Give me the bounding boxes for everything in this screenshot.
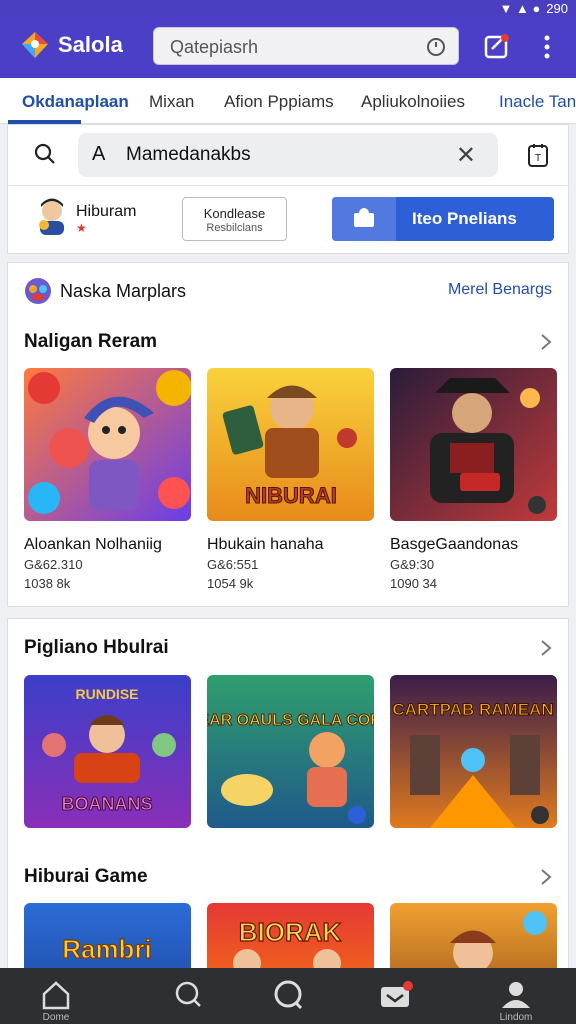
text-a-icon: A (92, 143, 106, 165)
home-icon (42, 981, 70, 1010)
tab-mixan[interactable]: Mixan (149, 92, 194, 112)
outline-button-sublabel: Resbilclans (206, 222, 263, 234)
tab-okdanaplaan[interactable]: Okdanaplaan (22, 92, 129, 112)
search-icon[interactable] (34, 143, 56, 165)
search-input-value: Mamedanakbs (126, 144, 251, 165)
circle-search-icon (274, 980, 303, 1010)
svg-text:T: T (535, 153, 541, 164)
game-controller-icon (25, 278, 51, 304)
nav-home[interactable]: Dome (36, 978, 76, 1023)
tag-icon[interactable]: T (526, 141, 550, 169)
game-thumbnail[interactable] (24, 368, 191, 521)
user-icon (332, 197, 396, 241)
game-thumbnail[interactable]: NIBURAI (207, 368, 374, 521)
tab-apliukolnoiies[interactable]: Apliukolnoiies (361, 92, 465, 112)
game-downloads: 1038 8k (24, 576, 71, 591)
top-search-input[interactable]: Qatepiasrh (153, 27, 459, 65)
status-bar: ▼ ▲ ● 290 (0, 0, 576, 16)
search-icon (175, 981, 201, 1007)
svg-text:CARTPAB RAMEAN: CARTPAB RAMEAN (392, 700, 553, 719)
game-title[interactable]: BasgeGaandonas (390, 536, 518, 554)
more-vert-icon[interactable] (540, 34, 554, 60)
nav-profile-label: Lindom (499, 1012, 533, 1023)
profile-icon (502, 982, 530, 1008)
search-input[interactable]: A Mamedanakbs ✕ (78, 133, 498, 177)
divider (8, 185, 570, 186)
row-title: Naligan Reram (24, 331, 158, 352)
game-thumbnail[interactable]: RUNDISE BOANANS (24, 675, 191, 828)
game-thumbnail[interactable] (390, 368, 557, 521)
tab-inacle-tan[interactable]: Inacle Tan (499, 92, 576, 112)
close-icon[interactable]: ✕ (456, 141, 476, 170)
signal-icons: ▼ ▲ ● (499, 0, 541, 16)
svg-text:NEAR OAULS GALA COR!: NEAR OAULS GALA COR! (207, 712, 374, 729)
app-bar: Salola Qatepiasrh (0, 16, 576, 78)
app-title: Salola (58, 32, 123, 57)
history-icon[interactable] (426, 37, 446, 57)
edit-notification-icon[interactable] (483, 32, 511, 60)
chevron-right-icon[interactable] (540, 868, 552, 886)
primary-button-label: Iteo Pnelians (412, 209, 517, 228)
game-downloads: 1090 34 (390, 576, 437, 591)
outline-button[interactable]: Kondlease Resbilclans (182, 197, 287, 241)
svg-text:Rambri: Rambri (62, 934, 152, 964)
game-list-card: Pigliano Hbulrai RUNDISE BOANANS NEAR OA… (7, 618, 569, 1024)
game-price: G&62.310 (24, 557, 83, 572)
nav-home-label: Dome (42, 1012, 70, 1023)
svg-text:BOANANS: BOANANS (61, 794, 152, 814)
tab-bar: Okdanaplaan Mixan Afion Pppiams Apliukol… (0, 78, 576, 124)
game-price: G&6:551 (207, 557, 259, 572)
game-title[interactable]: Hbukain hanaha (207, 536, 324, 554)
game-thumbnail[interactable]: NEAR OAULS GALA COR! (207, 675, 374, 828)
bottom-navigation: Dome Lindom (0, 968, 576, 1024)
featured-card: Naska Marplars Merel Benargs Naligan Rer… (7, 262, 569, 607)
tab-afion-pppiams[interactable]: Afion Pppiams (224, 92, 334, 112)
section-header-title: Naska Marplars (60, 281, 187, 301)
primary-button[interactable]: Iteo Pnelians (332, 197, 554, 241)
avatar[interactable] (34, 195, 70, 235)
nav-profile[interactable]: Lindom (496, 978, 536, 1023)
nav-search[interactable] (168, 978, 208, 1022)
star-icon: ★ (76, 221, 87, 235)
chevron-right-icon[interactable] (540, 333, 552, 351)
app-logo-icon (22, 32, 48, 58)
svg-text:RUNDISE: RUNDISE (75, 686, 138, 702)
nav-discover[interactable] (268, 978, 308, 1022)
inbox-icon (381, 981, 413, 1007)
search-card: A Mamedanakbs ✕ T Hiburam ★ Kondlease Re… (7, 124, 570, 254)
see-more-link[interactable]: Merel Benargs (448, 281, 552, 299)
status-time: 290 (546, 0, 568, 16)
game-title[interactable]: Aloankan Nolhaniig (24, 536, 162, 554)
svg-text:NIBURAI: NIBURAI (245, 483, 337, 508)
row-title: Pigliano Hbulrai (24, 637, 169, 658)
chevron-right-icon[interactable] (540, 639, 552, 657)
game-downloads: 1054 9k (207, 576, 254, 591)
game-price: G&9:30 (390, 557, 435, 572)
top-search-placeholder: Qatepiasrh (170, 37, 259, 57)
outline-button-label: Kondlease (203, 206, 266, 221)
game-thumbnail[interactable]: CARTPAB RAMEAN (390, 675, 557, 828)
svg-text:BIORAK: BIORAK (239, 917, 342, 947)
row-title: Hiburai Game (24, 866, 148, 887)
user-name: Hiburam (76, 203, 137, 220)
nav-inbox[interactable] (376, 978, 416, 1022)
